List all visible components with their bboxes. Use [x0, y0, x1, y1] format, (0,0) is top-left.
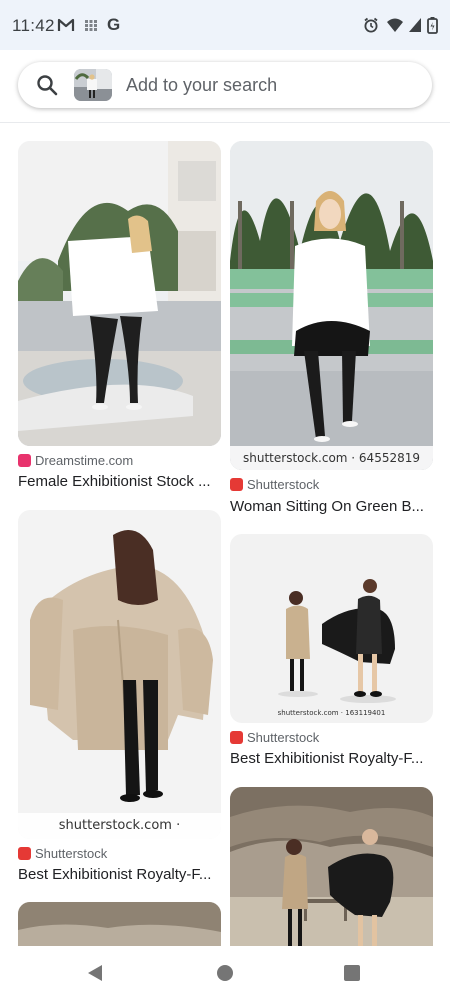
battery-icon — [427, 17, 438, 34]
result-source[interactable]: Dreamstime.com — [18, 453, 133, 469]
result-image[interactable] — [18, 902, 221, 949]
result-source[interactable]: Shutterstock — [230, 477, 319, 493]
result-source-label: Shutterstock — [35, 846, 108, 861]
google-icon: G — [107, 15, 121, 34]
alarm-icon — [364, 17, 378, 33]
result-title[interactable]: Woman Sitting On Green B... — [230, 498, 433, 515]
result-source-label: Shutterstock — [247, 730, 320, 745]
shutterstock-favicon-icon — [230, 731, 243, 744]
result-title[interactable]: Best Exhibitionist Royalty-F... — [18, 866, 221, 883]
image-watermark: shutterstock.com · 64552819 — [230, 446, 433, 470]
result-image[interactable] — [18, 141, 221, 446]
status-time: 11:42 — [12, 16, 55, 35]
result-source[interactable]: Shutterstock — [230, 730, 319, 746]
back-icon[interactable] — [86, 964, 104, 982]
gmail-icon — [57, 18, 75, 31]
result-image[interactable]: shutterstock.com · 64552819 — [230, 141, 433, 470]
wifi-icon — [387, 18, 403, 32]
search-image-thumbnail[interactable] — [74, 69, 112, 101]
result-image[interactable] — [230, 787, 433, 949]
search-icon[interactable] — [36, 74, 58, 96]
image-watermark: shutterstock.com · 1532192360 — [18, 813, 221, 839]
result-title[interactable]: Best Exhibitionist Royalty-F... — [230, 750, 433, 767]
system-nav-bar — [0, 946, 450, 1000]
result-image[interactable]: shutterstock.com · 1532192360 — [18, 510, 221, 839]
shutterstock-favicon-icon — [18, 847, 31, 860]
status-bar: 11:42 G — [0, 0, 450, 50]
dreamstime-favicon-icon — [18, 454, 31, 467]
search-bar[interactable] — [18, 62, 432, 108]
result-title[interactable]: Female Exhibitionist Stock ... — [18, 473, 221, 490]
home-icon[interactable] — [217, 965, 233, 981]
result-source[interactable]: Shutterstock — [18, 846, 107, 862]
header-divider — [0, 122, 450, 123]
shutterstock-favicon-icon — [230, 478, 243, 491]
grid-icon — [85, 20, 97, 31]
signal-icon — [409, 18, 421, 32]
recents-icon[interactable] — [344, 965, 360, 981]
result-image[interactable]: shutterstock.com · 163119401 — [230, 534, 433, 723]
result-source-label: Shutterstock — [247, 477, 320, 492]
search-input[interactable] — [126, 73, 416, 97]
result-source-label: Dreamstime.com — [35, 453, 134, 468]
image-watermark: shutterstock.com · 163119401 — [277, 709, 386, 717]
